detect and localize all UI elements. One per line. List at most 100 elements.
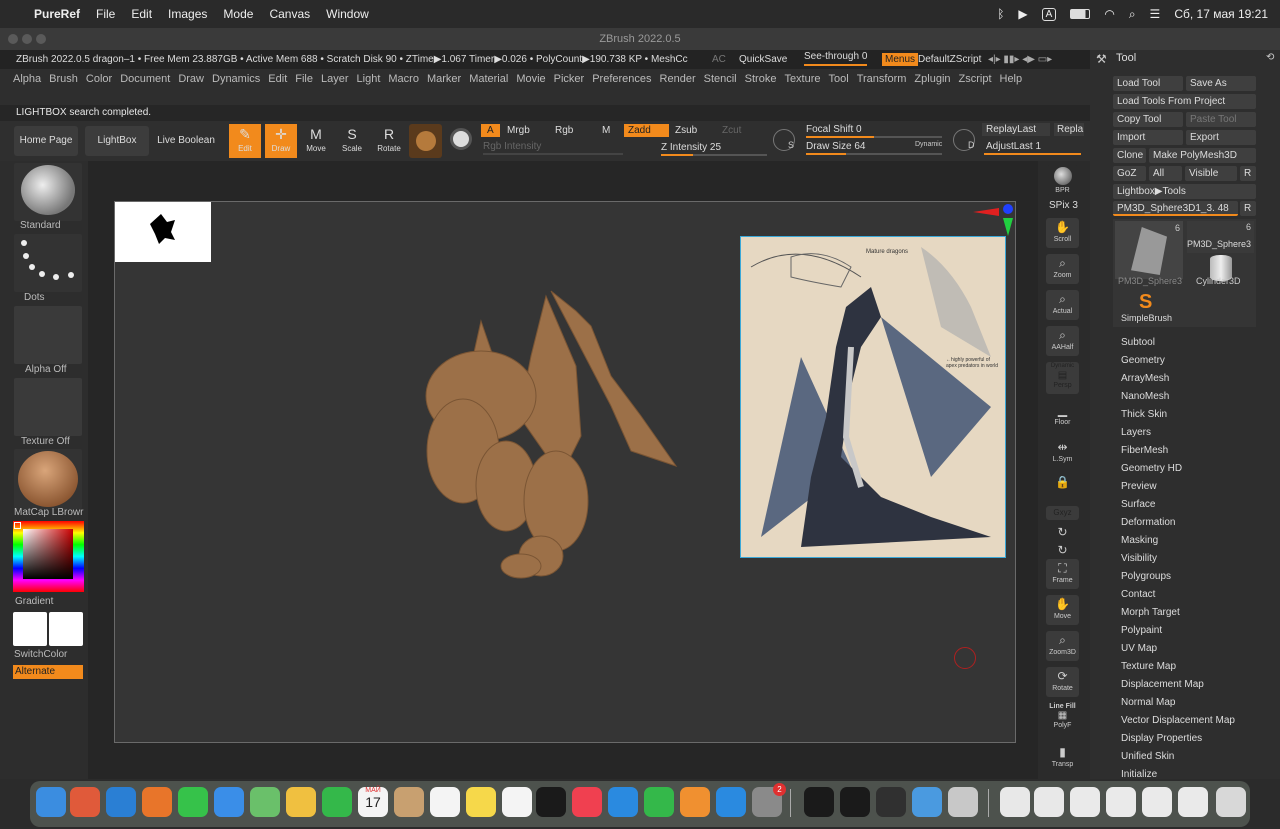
zmenu-color[interactable]: Color [82, 71, 116, 87]
goz-all-button[interactable]: All [1149, 166, 1182, 181]
stroke-thumbnail[interactable] [14, 234, 82, 292]
default-zscript[interactable]: DefaultZScript [918, 50, 981, 69]
goz-r-button[interactable]: R [1240, 166, 1256, 181]
m-toggle[interactable]: M [602, 125, 610, 136]
zmenu-light[interactable]: Light [353, 71, 385, 87]
material-swatch[interactable] [409, 124, 442, 158]
zmenu-movie[interactable]: Movie [512, 71, 549, 87]
battery-icon[interactable] [1070, 9, 1091, 19]
maps-icon[interactable] [250, 787, 280, 817]
zmenu-layer[interactable]: Layer [317, 71, 353, 87]
zmenu-texture[interactable]: Texture [780, 71, 824, 87]
close-icon[interactable] [8, 34, 18, 44]
zsub-toggle[interactable]: Zsub [675, 125, 697, 136]
rgb-toggle[interactable]: Rgb [555, 125, 573, 136]
main-color-swatch[interactable] [13, 612, 47, 646]
subpalette-fibermesh[interactable]: FiberMesh [1121, 445, 1168, 456]
subpalette-thick-skin[interactable]: Thick Skin [1121, 409, 1167, 420]
zmenu-zplugin[interactable]: Zplugin [910, 71, 954, 87]
zmenu-material[interactable]: Material [465, 71, 512, 87]
terminal-icon[interactable] [804, 787, 834, 817]
file-icon[interactable] [1000, 787, 1030, 817]
brush-thumbnail[interactable] [14, 163, 82, 221]
zoom3d-button[interactable]: ⌕ Zoom3D [1046, 631, 1079, 661]
switch-color-button[interactable]: SwitchColor [14, 649, 67, 660]
navigator-thumbnail[interactable] [115, 202, 211, 262]
color-icon[interactable] [450, 128, 472, 150]
rotate-view-button[interactable]: ⟳ Rotate [1046, 667, 1079, 697]
zbrush-icon[interactable] [948, 787, 978, 817]
zoom-icon[interactable] [36, 34, 46, 44]
lightbox-tools-button[interactable]: Lightbox▶Tools [1113, 184, 1256, 199]
subpalette-uv-map[interactable]: UV Map [1121, 643, 1157, 654]
export-button[interactable]: Export [1186, 130, 1256, 145]
load-tools-project-button[interactable]: Load Tools From Project [1113, 94, 1256, 109]
replay-last-button[interactable]: ReplayLast [982, 123, 1050, 136]
paste-tool-button[interactable]: Paste Tool [1186, 112, 1256, 127]
zmenu-transform[interactable]: Transform [853, 71, 911, 87]
zmenu-help[interactable]: Help [996, 71, 1027, 87]
zmenu-picker[interactable]: Picker [550, 71, 589, 87]
subpalette-normal-map[interactable]: Normal Map [1121, 697, 1175, 708]
downloads-icon[interactable] [1034, 787, 1064, 817]
zmenu-alpha[interactable]: Alpha [9, 71, 45, 87]
zmenu-render[interactable]: Render [656, 71, 700, 87]
zmenu-tool[interactable]: Tool [825, 71, 853, 87]
transp-button[interactable]: ▮ Transp [1046, 743, 1079, 773]
zmenu-edit[interactable]: Edit [264, 71, 291, 87]
menu-canvas[interactable]: Canvas [269, 7, 310, 21]
adjust-last-slider[interactable]: AdjustLast 1 [986, 141, 1041, 152]
subpalette-arraymesh[interactable]: ArrayMesh [1121, 373, 1169, 384]
material-thumbnail[interactable] [14, 449, 82, 509]
subpalette-display-properties[interactable]: Display Properties [1121, 733, 1202, 744]
subpalette-preview[interactable]: Preview [1121, 481, 1157, 492]
freeform-icon[interactable] [502, 787, 532, 817]
minimize-icon[interactable] [22, 34, 32, 44]
texture-thumbnail[interactable] [14, 378, 82, 436]
launchpad-icon[interactable] [70, 787, 100, 817]
scale-button[interactable]: S Scale [336, 124, 368, 158]
screenshot-3-icon[interactable] [1142, 787, 1172, 817]
reminders-icon[interactable] [430, 787, 460, 817]
draw-d-icon[interactable]: D [953, 129, 975, 151]
clone-button[interactable]: Clone [1113, 148, 1146, 163]
subpalette-deformation[interactable]: Deformation [1121, 517, 1175, 528]
save-as-button[interactable]: Save As [1186, 76, 1256, 91]
subpalette-displacement-map[interactable]: Displacement Map [1121, 679, 1204, 690]
subpalette-layers[interactable]: Layers [1121, 427, 1151, 438]
play-icon[interactable]: ▶ [1018, 7, 1027, 21]
subpalette-vector-displacement-map[interactable]: Vector Displacement Map [1121, 715, 1235, 726]
control-center-icon[interactable]: ☰ [1150, 7, 1161, 21]
zmenu-document[interactable]: Document [116, 71, 174, 87]
subpalette-surface[interactable]: Surface [1121, 499, 1155, 510]
actual-button[interactable]: ⌕ Actual [1046, 290, 1079, 320]
subpalette-polygroups[interactable]: Polygroups [1121, 571, 1171, 582]
subpalette-initialize[interactable]: Initialize [1121, 769, 1157, 780]
draw-button[interactable]: ✛ Draw [265, 124, 297, 158]
menu-window[interactable]: Window [326, 7, 369, 21]
facetime-icon[interactable] [322, 787, 352, 817]
current-tool-slider[interactable]: PM3D_Sphere3D1_3. 48 [1113, 201, 1238, 216]
dragon-model[interactable] [411, 286, 681, 586]
zmenu-brush[interactable]: Brush [45, 71, 82, 87]
subpalette-contact[interactable]: Contact [1121, 589, 1155, 600]
rotate-button[interactable]: R Rotate [373, 124, 405, 158]
zmenu-zscript[interactable]: Zscript [955, 71, 996, 87]
goz-visible-button[interactable]: Visible [1185, 166, 1237, 181]
aahalf-button[interactable]: ⌕ AAHalf [1046, 326, 1079, 356]
replay-all-button[interactable]: Repla [1054, 123, 1084, 136]
contacts-icon[interactable] [394, 787, 424, 817]
settings-icon[interactable]: 2 [752, 783, 786, 817]
lightbox-button[interactable]: LightBox [85, 126, 149, 156]
zmenu-file[interactable]: File [291, 71, 317, 87]
lock-button[interactable]: 🔒 [1046, 473, 1079, 503]
polyf-button[interactable]: Line Fill ▦ PolyF [1046, 703, 1079, 733]
reference-image[interactable]: Mature dragons ←highly powerful of apex … [740, 236, 1006, 558]
pureref-icon[interactable] [876, 787, 906, 817]
mrgb-toggle[interactable]: Mrgb [507, 125, 530, 136]
trash-icon[interactable] [1216, 787, 1246, 817]
bpr-button[interactable]: BPR [1046, 165, 1079, 195]
secondary-color-swatch[interactable] [49, 612, 83, 646]
subpalette-unified-skin[interactable]: Unified Skin [1121, 751, 1174, 762]
make-polymesh-button[interactable]: Make PolyMesh3D [1149, 148, 1256, 163]
